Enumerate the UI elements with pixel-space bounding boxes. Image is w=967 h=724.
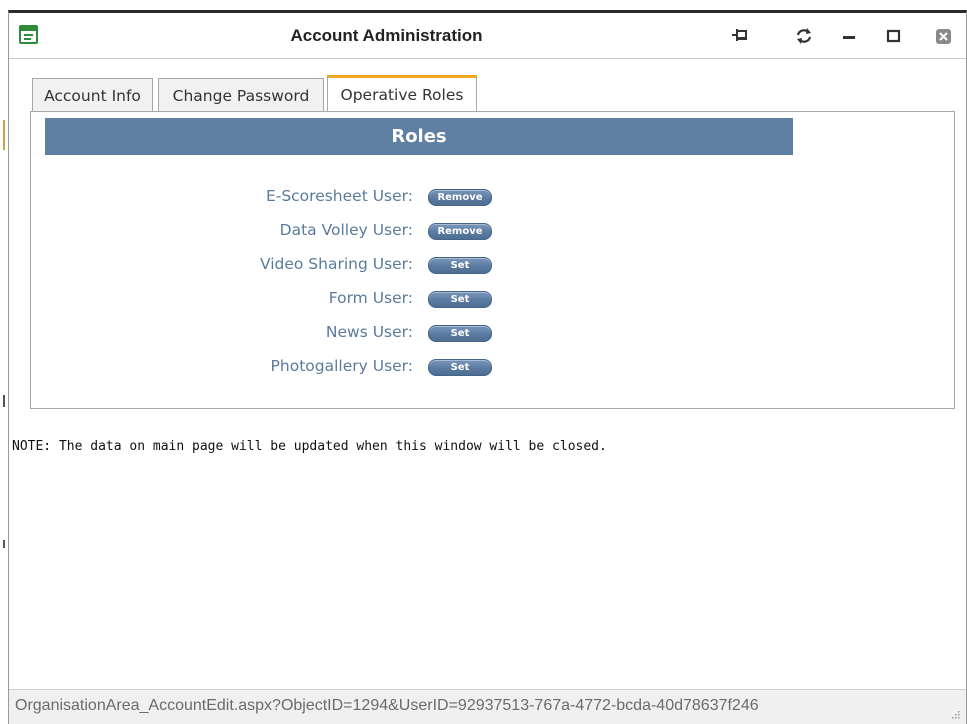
update-note: NOTE: The data on main page will be upda… (12, 439, 607, 454)
role-row-photogallery: Photogallery User: Set (31, 354, 631, 380)
remove-e-scoresheet-button[interactable]: Remove (428, 189, 492, 206)
role-label: Form User: (328, 289, 413, 307)
account-administration-window: Account Administration Account Info Chan… (8, 10, 967, 724)
maximize-button[interactable] (883, 25, 905, 47)
refresh-button[interactable] (793, 25, 815, 47)
minimize-icon (843, 36, 855, 39)
role-row-data-volley: Data Volley User: Remove (31, 218, 631, 244)
tab-change-password[interactable]: Change Password (158, 78, 324, 112)
role-label: Video Sharing User: (259, 255, 413, 273)
role-label: News User: (325, 323, 413, 341)
role-row-e-scoresheet: E-Scoresheet User: Remove (31, 184, 631, 210)
set-photogallery-button[interactable]: Set (428, 359, 492, 376)
status-url: OrganisationArea_AccountEdit.aspx?Object… (15, 697, 759, 714)
roles-header: Roles (45, 118, 793, 155)
role-label: Photogallery User: (270, 357, 413, 375)
maximize-icon (886, 29, 901, 43)
set-news-button[interactable]: Set (428, 325, 492, 342)
pin-icon (732, 29, 747, 41)
remove-data-volley-button[interactable]: Remove (428, 223, 492, 240)
tab-operative-roles[interactable]: Operative Roles (327, 75, 477, 111)
close-button[interactable] (933, 25, 955, 47)
background-edge (3, 120, 5, 548)
minimize-button[interactable] (838, 25, 860, 47)
window-title: Account Administration (290, 26, 483, 45)
role-row-form: Form User: Set (31, 286, 631, 312)
tab-account-info[interactable]: Account Info (32, 78, 153, 112)
title-bar[interactable]: Account Administration (9, 13, 966, 59)
pin-button[interactable] (729, 25, 751, 47)
set-video-sharing-button[interactable]: Set (428, 257, 492, 274)
set-form-button[interactable]: Set (428, 291, 492, 308)
status-bar: OrganisationArea_AccountEdit.aspx?Object… (9, 689, 966, 724)
role-label: Data Volley User: (279, 221, 413, 239)
resize-grip-icon[interactable] (950, 709, 960, 719)
role-row-news: News User: Set (31, 320, 631, 346)
operative-roles-panel: Roles E-Scoresheet User: Remove Data Vol… (30, 111, 955, 409)
refresh-icon (796, 28, 812, 44)
role-label: E-Scoresheet User: (265, 187, 413, 205)
role-row-video-sharing: Video Sharing User: Set (31, 252, 631, 278)
close-icon (936, 29, 951, 44)
